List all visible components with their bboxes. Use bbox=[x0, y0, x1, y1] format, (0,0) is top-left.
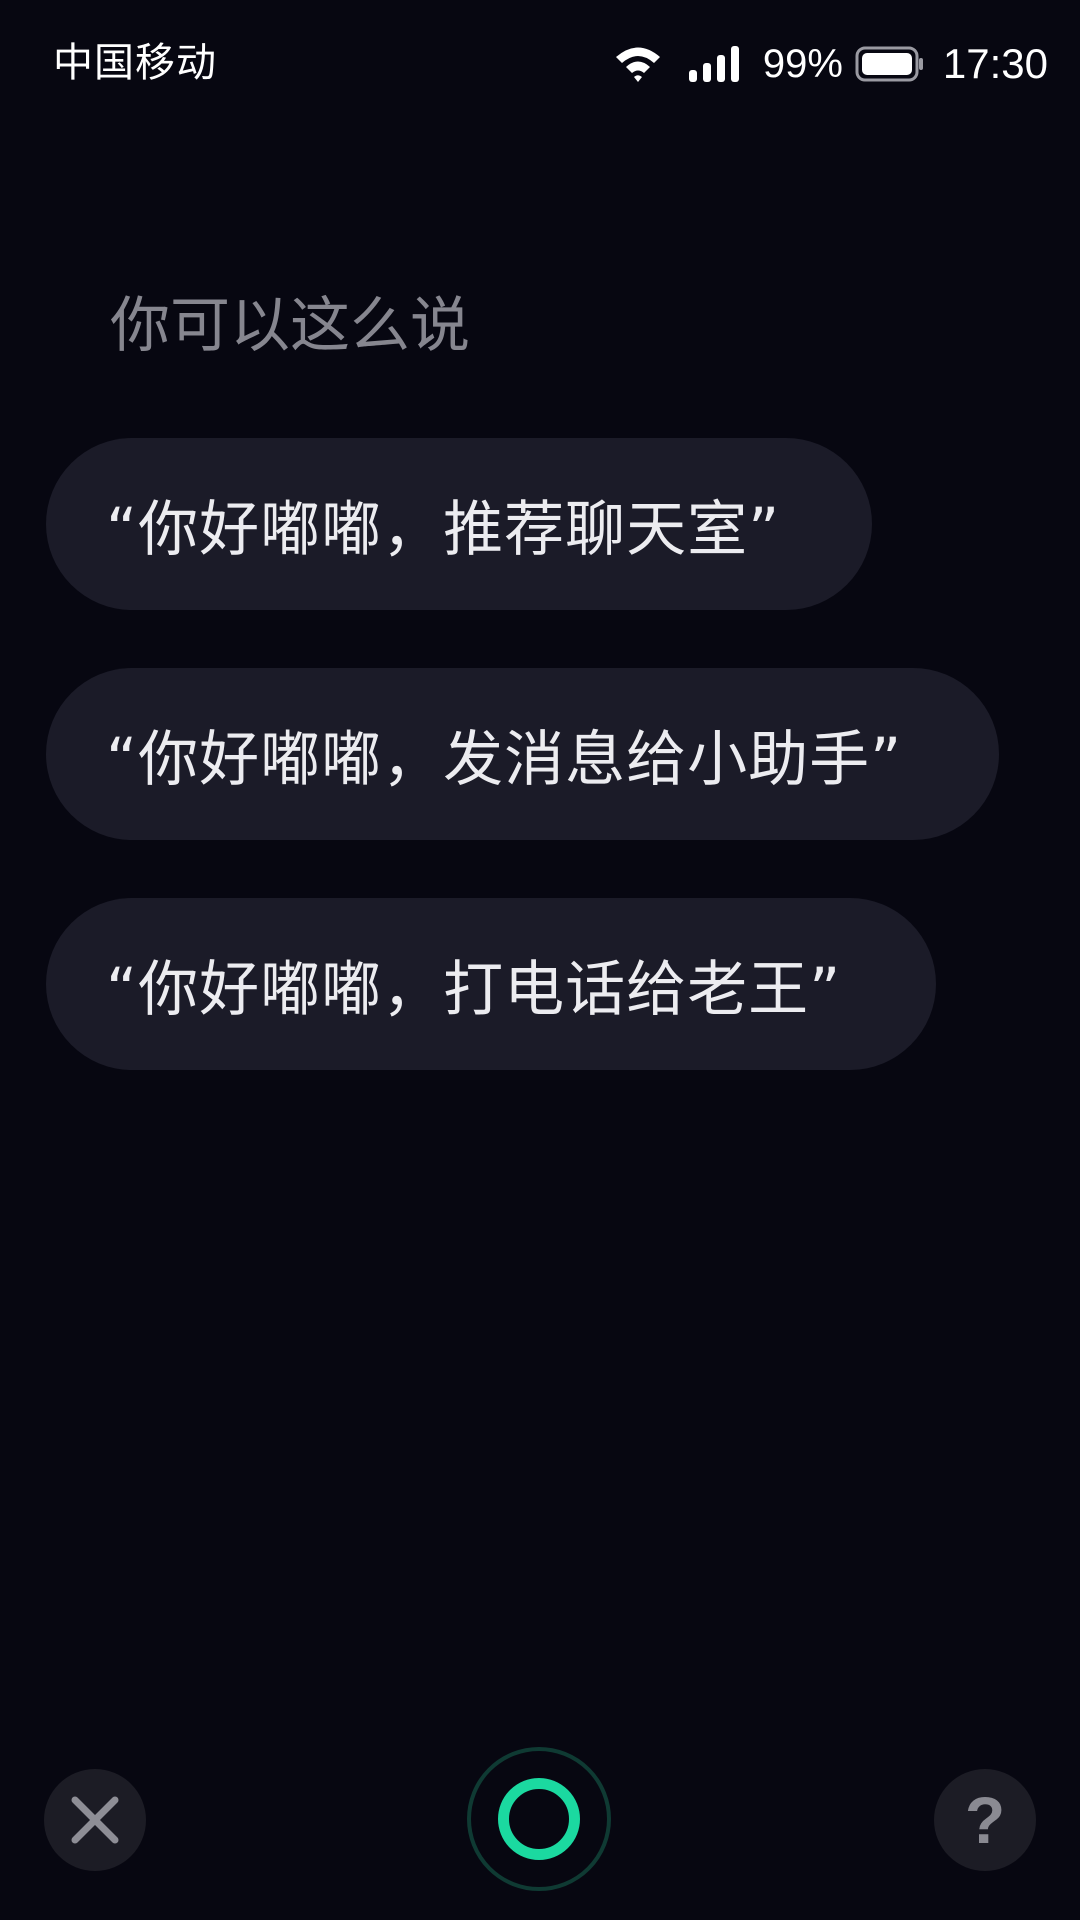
clock: 17:30 bbox=[942, 40, 1048, 87]
suggestion-label: “你好嘟嘟，打电话给老王” bbox=[106, 954, 842, 1025]
status-bar: 中国移动 99% 17:30 bbox=[0, 0, 1080, 130]
battery-percent: 99% bbox=[762, 41, 843, 86]
suggestion-label: “你好嘟嘟，发消息给小助手” bbox=[106, 724, 903, 795]
help-button[interactable]: ? bbox=[934, 1769, 1036, 1871]
status-indicators: 99% 17:30 bbox=[613, 36, 1048, 92]
battery-icon bbox=[855, 46, 923, 82]
carrier-name: 中国移动 bbox=[53, 40, 217, 86]
voice-ring-icon bbox=[498, 1778, 580, 1860]
signal-icon bbox=[688, 46, 739, 82]
suggestion-label: “你好嘟嘟，推荐聊天室” bbox=[106, 494, 781, 565]
suggestion-call-laowang[interactable]: “你好嘟嘟，打电话给老王” bbox=[46, 898, 936, 1070]
suggestion-message-assistant[interactable]: “你好嘟嘟，发消息给小助手” bbox=[46, 668, 999, 840]
close-button[interactable] bbox=[44, 1769, 146, 1871]
suggestion-chat-room[interactable]: “你好嘟嘟，推荐聊天室” bbox=[46, 438, 872, 610]
wifi-icon bbox=[615, 47, 660, 82]
hint-heading: 你可以这么说 bbox=[110, 291, 470, 361]
help-icon: ? bbox=[964, 1783, 1006, 1857]
voice-button[interactable] bbox=[467, 1747, 611, 1891]
close-icon bbox=[71, 1796, 119, 1844]
